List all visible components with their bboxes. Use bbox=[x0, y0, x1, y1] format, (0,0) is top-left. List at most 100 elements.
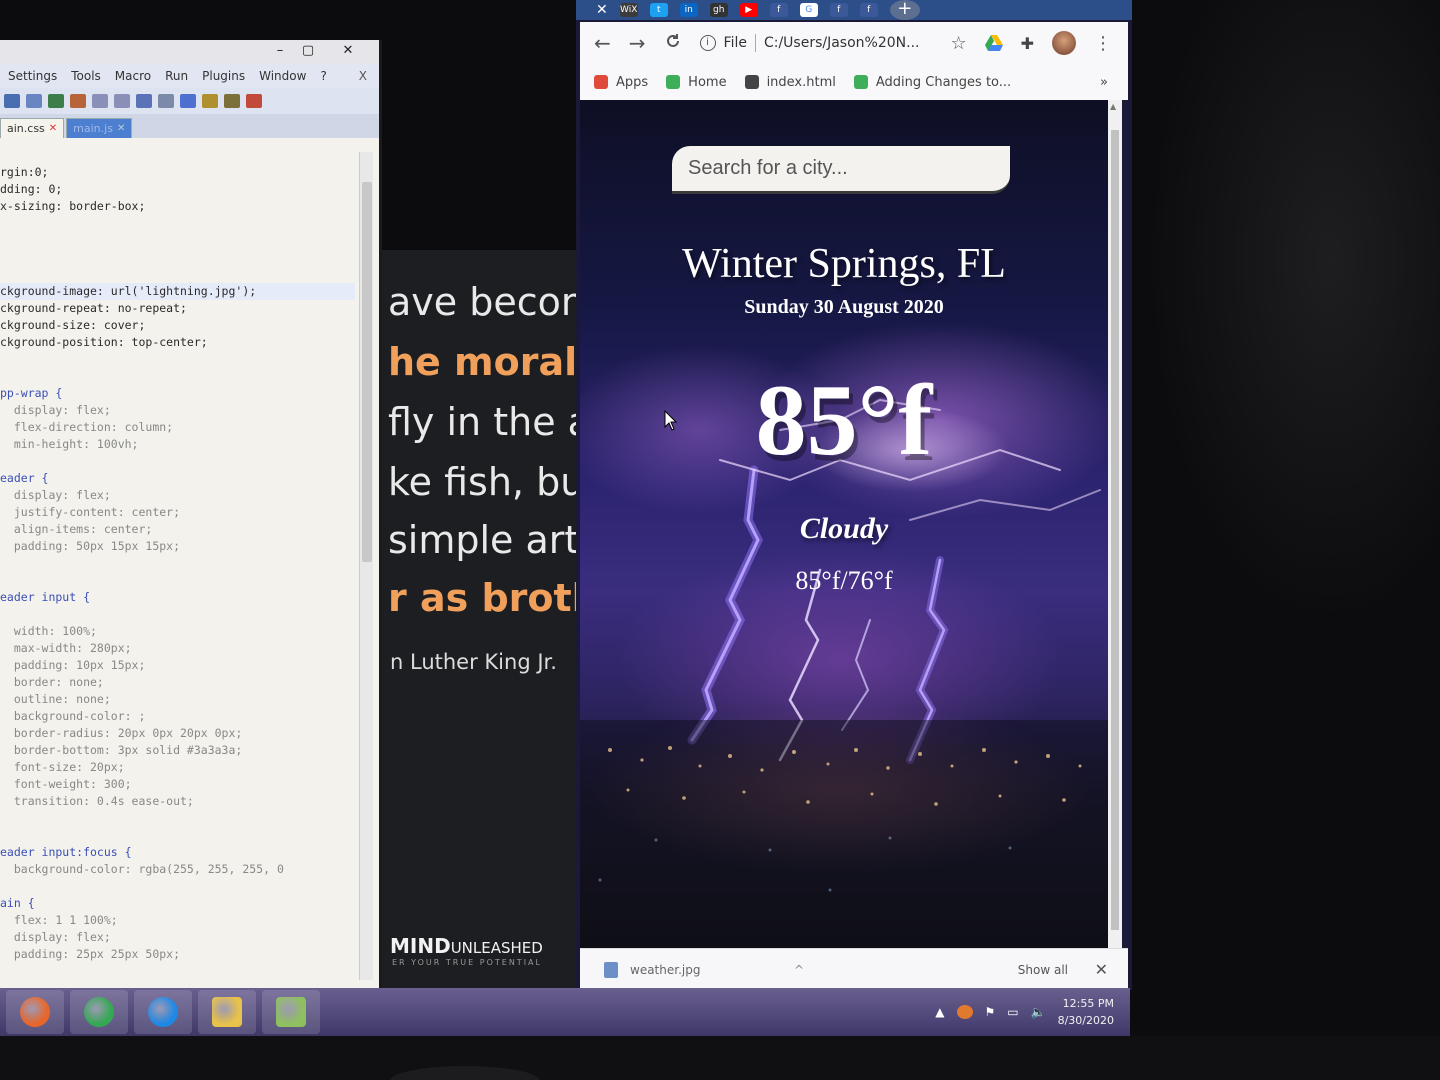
address-bar[interactable]: i File C:/Users/Jason%20N... bbox=[699, 34, 920, 52]
show-hidden-icons-icon[interactable]: ▲ bbox=[935, 1005, 944, 1019]
code-line: max-width: 280px; bbox=[0, 641, 132, 655]
wrap-icon[interactable] bbox=[136, 94, 152, 108]
flag-icon[interactable]: ⚑ bbox=[985, 1005, 996, 1019]
download-bar: weather.jpg ^ Show all ✕ bbox=[580, 948, 1128, 990]
taskbar: ▲ ⚑ ▭ 🔈 12:55 PM 8/30/2020 bbox=[0, 988, 1130, 1036]
close-tab-button[interactable]: ✕ bbox=[596, 2, 608, 18]
github-icon[interactable]: gh bbox=[709, 3, 728, 17]
bookmarks-bar: Apps Home index.html Adding Changes to... » bbox=[580, 64, 1128, 100]
reload-button[interactable] bbox=[664, 31, 682, 55]
save-icon[interactable] bbox=[26, 94, 42, 108]
tab-main-js[interactable]: main.js ✕ bbox=[66, 118, 133, 138]
code-line: rgin:0; bbox=[0, 165, 49, 179]
youtube-icon[interactable]: ▶ bbox=[739, 3, 758, 17]
taskbar-app[interactable] bbox=[198, 990, 256, 1034]
code-line: font-size: 20px; bbox=[0, 760, 125, 774]
twitter-icon[interactable]: t bbox=[649, 3, 668, 17]
zoom-in-icon[interactable] bbox=[92, 94, 108, 108]
bookmark-item[interactable]: Apps bbox=[594, 75, 648, 90]
download-filename: weather.jpg bbox=[630, 962, 701, 977]
replace-icon[interactable] bbox=[70, 94, 86, 108]
close-document-button[interactable]: X bbox=[359, 69, 367, 83]
function-list-icon[interactable] bbox=[202, 94, 218, 108]
chevron-up-icon[interactable]: ^ bbox=[794, 963, 804, 977]
network-icon[interactable]: ▭ bbox=[1007, 1005, 1018, 1019]
extensions-icon[interactable]: ✚ bbox=[1021, 34, 1034, 53]
menu-kebab-icon[interactable]: ⋮ bbox=[1094, 33, 1112, 54]
menu-settings[interactable]: Settings bbox=[8, 69, 57, 83]
close-tab-icon[interactable]: ✕ bbox=[49, 123, 57, 134]
editor-menubar: Settings Tools Macro Run Plugins Window … bbox=[0, 64, 379, 88]
taskbar-app[interactable] bbox=[262, 990, 320, 1034]
browser-window: ✕ WiX t in gh ▶ f Gf f + ← → i File C:/Users/Jas… bbox=[576, 0, 1132, 990]
indent-guide-icon[interactable] bbox=[158, 94, 174, 108]
code-area[interactable]: rgin:0; dding: 0; x-sizing: border-box; ckg… bbox=[0, 150, 355, 990]
app-tray-icon[interactable] bbox=[956, 1005, 973, 1019]
code-line: transition: 0.4s ease-out; bbox=[0, 794, 194, 808]
url-text[interactable]: C:/Users/Jason%20N... bbox=[764, 35, 920, 51]
taskbar-app[interactable] bbox=[6, 990, 64, 1034]
bookmark-item[interactable]: Home bbox=[666, 75, 727, 90]
page-scrollbar[interactable]: ▲ bbox=[1108, 100, 1122, 948]
close-window-button[interactable]: ✕ bbox=[337, 42, 359, 60]
code-line: width: 100%; bbox=[0, 624, 97, 638]
macro-play-icon[interactable] bbox=[246, 94, 262, 108]
minimize-button[interactable]: – bbox=[269, 42, 291, 60]
scroll-up-icon[interactable]: ▲ bbox=[1110, 102, 1116, 111]
code-line: background-color: rgba(255, 255, 255, 0 bbox=[0, 862, 284, 876]
facebook-icon[interactable]: f bbox=[769, 3, 788, 17]
code-line: display: flex; bbox=[0, 403, 111, 417]
show-all-button[interactable]: Show all bbox=[1018, 963, 1068, 977]
menu-window[interactable]: Window bbox=[259, 69, 306, 83]
bookmark-item[interactable]: index.html bbox=[744, 75, 836, 90]
facebook-icon[interactable]: f bbox=[829, 3, 848, 17]
code-line: flex: 1 1 100%; bbox=[0, 913, 118, 927]
info-icon[interactable]: i bbox=[699, 35, 716, 51]
doc-map-icon[interactable] bbox=[180, 94, 196, 108]
linkedin-icon[interactable]: in bbox=[679, 3, 698, 17]
bookmark-item[interactable]: Adding Changes to... bbox=[853, 75, 1011, 90]
code-editor-window: – ▢ ✕ Settings Tools Macro Run Plugins W… bbox=[0, 40, 382, 990]
bookmark-star-icon[interactable]: ☆ bbox=[950, 33, 966, 54]
google-drive-icon[interactable] bbox=[984, 35, 1003, 51]
code-line: eader input { bbox=[0, 590, 91, 604]
close-tab-icon[interactable]: ✕ bbox=[117, 123, 125, 134]
macro-record-icon[interactable] bbox=[224, 94, 240, 108]
profile-avatar[interactable] bbox=[1052, 31, 1076, 55]
code-line: padding: 50px 15px 15px; bbox=[0, 539, 181, 553]
page-scroll-thumb[interactable] bbox=[1111, 130, 1119, 930]
quote-line: simple art bbox=[388, 518, 578, 562]
forward-button[interactable]: → bbox=[629, 31, 646, 55]
volume-icon[interactable]: 🔈 bbox=[1031, 1005, 1046, 1019]
bookmarks-overflow-button[interactable]: » bbox=[1100, 75, 1108, 90]
code-line: padding: 10px 15px; bbox=[0, 658, 146, 672]
menu-macro[interactable]: Macro bbox=[115, 69, 151, 83]
current-temperature: 85°f bbox=[755, 364, 933, 477]
facebook-icon[interactable]: f bbox=[859, 3, 878, 17]
menu-tools[interactable]: Tools bbox=[71, 69, 101, 83]
scrollbar-thumb[interactable] bbox=[362, 182, 372, 562]
find-icon[interactable] bbox=[48, 94, 64, 108]
menu-plugins[interactable]: Plugins bbox=[202, 69, 245, 83]
menu-help[interactable]: ? bbox=[320, 69, 326, 83]
download-item[interactable]: weather.jpg ^ bbox=[604, 961, 804, 978]
google-icon[interactable]: G bbox=[799, 3, 818, 17]
open-file-icon[interactable] bbox=[4, 94, 20, 108]
taskbar-app[interactable] bbox=[70, 990, 128, 1034]
mouse-cursor-icon bbox=[664, 410, 678, 431]
tab-label: main.js bbox=[73, 122, 113, 135]
editor-scrollbar[interactable] bbox=[359, 152, 373, 980]
clock[interactable]: 12:55 PM 8/30/2020 bbox=[1058, 995, 1114, 1029]
zoom-out-icon[interactable] bbox=[114, 94, 130, 108]
taskbar-app[interactable] bbox=[134, 990, 192, 1034]
menu-run[interactable]: Run bbox=[165, 69, 188, 83]
back-button[interactable]: ← bbox=[594, 31, 611, 55]
close-download-bar-button[interactable]: ✕ bbox=[1095, 960, 1108, 979]
edge-icon bbox=[148, 997, 178, 1027]
tab-main-css[interactable]: ain.css ✕ bbox=[0, 118, 65, 138]
new-tab-button[interactable]: + bbox=[889, 0, 920, 20]
wix-icon[interactable]: WiX bbox=[619, 3, 638, 17]
maximize-button[interactable]: ▢ bbox=[297, 42, 319, 60]
quote-line: r as broth bbox=[388, 576, 578, 620]
city-search-input[interactable]: Search for a city... bbox=[672, 146, 1010, 194]
